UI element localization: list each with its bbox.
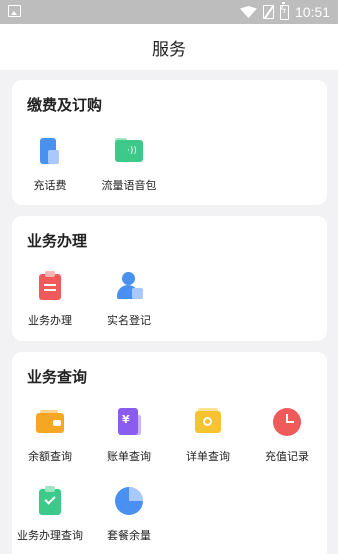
service-item-label: 账单查询 — [107, 450, 151, 463]
service-item-label: 余额查询 — [28, 450, 72, 463]
service-item-balance-query[interactable]: 余额查询 — [12, 407, 88, 464]
service-item-detail-query[interactable]: 详单查询 — [170, 407, 246, 464]
section-title: 业务查询 — [27, 368, 88, 386]
user-id-icon — [114, 271, 144, 301]
section-query: 业务查询 余额查询 ¥ 账单查询 详单查询 充值记录 业务办理查询 套餐余量 — [12, 352, 327, 554]
section-business: 业务办理 业务办理 实名登记 — [12, 216, 327, 341]
title-bar: 服务 — [0, 24, 338, 70]
service-item-data-voice[interactable]: ·)) 流量语音包 — [91, 136, 167, 193]
phone-recharge-icon — [35, 136, 65, 166]
no-sim-icon — [262, 5, 274, 19]
wifi-icon — [239, 6, 257, 18]
checklist-icon — [35, 486, 65, 516]
detail-search-icon — [193, 407, 223, 437]
clock-icon — [272, 407, 302, 437]
pie-chart-icon — [114, 486, 144, 516]
service-item-label: 业务办理查询 — [17, 529, 83, 542]
data-voice-package-icon: ·)) — [114, 136, 144, 166]
service-item-business-handling[interactable]: 业务办理 — [12, 271, 88, 328]
status-icons: 10:51 — [239, 0, 330, 24]
clipboard-icon — [35, 271, 65, 301]
bill-icon: ¥ — [114, 407, 144, 437]
status-bar: 10:51 — [0, 0, 338, 24]
service-item-label: 充话费 — [33, 179, 67, 192]
status-time: 10:51 — [294, 4, 330, 20]
service-item-label: 流量语音包 — [101, 179, 157, 192]
section-payment: 缴费及订购 充话费 ·)) 流量语音包 — [12, 80, 327, 205]
battery-charging-icon — [279, 1, 289, 20]
service-item-package-balance[interactable]: 套餐余量 — [91, 486, 167, 543]
page-title: 服务 — [152, 39, 186, 60]
service-item-real-name[interactable]: 实名登记 — [91, 271, 167, 328]
image-icon — [8, 5, 21, 17]
section-title: 业务办理 — [27, 232, 88, 250]
service-item-label: 套餐余量 — [107, 529, 151, 542]
service-item-bill-query[interactable]: ¥ 账单查询 — [91, 407, 167, 464]
section-title: 缴费及订购 — [27, 96, 103, 114]
wallet-icon — [35, 407, 65, 437]
service-item-business-query[interactable]: 业务办理查询 — [12, 486, 88, 543]
service-item-label: 业务办理 — [28, 314, 72, 327]
service-item-label: 充值记录 — [265, 450, 309, 463]
service-item-recharge-record[interactable]: 充值记录 — [249, 407, 325, 464]
service-item-label: 详单查询 — [186, 450, 230, 463]
service-item-phone-recharge[interactable]: 充话费 — [12, 136, 88, 193]
service-item-label: 实名登记 — [107, 314, 151, 327]
